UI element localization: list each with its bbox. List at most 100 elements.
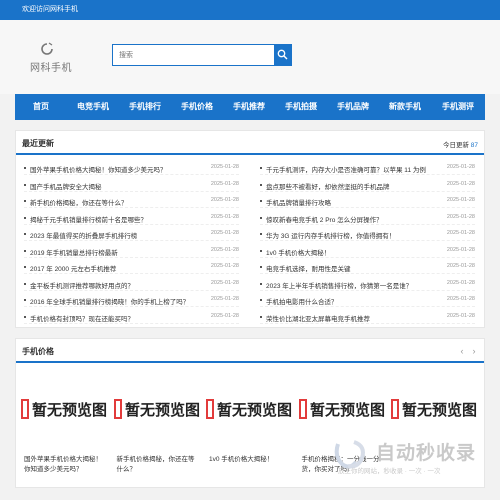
news-date: 2025-01-28 <box>446 230 475 236</box>
nav-item-ranking[interactable]: 手机排行 <box>119 94 171 120</box>
news-title[interactable]: 国外苹果手机价格大揭秘！你知道多少美元吗？ <box>30 164 220 174</box>
site-logo[interactable]: 网科手机 <box>30 42 72 82</box>
row-divider <box>24 273 239 274</box>
search-input[interactable] <box>113 45 273 65</box>
news-item[interactable]: 2023 年最值得买的折叠屏手机排行榜 2025-01-28 <box>24 227 239 241</box>
top-bar: 欢迎访问网科手机 <box>0 0 500 20</box>
bullet-dot <box>24 167 26 169</box>
news-item[interactable]: 国产手机品牌安全大揭秘 2025-01-28 <box>24 178 239 192</box>
bullet-dot <box>24 249 26 252</box>
card-thumbnail[interactable]: 暂无预览图 <box>112 369 201 449</box>
row-divider <box>260 223 475 225</box>
news-item[interactable]: 惊叹新春电竞手机 2 Pro 怎么分屏操作？ 2025-01-28 <box>260 211 475 225</box>
card-thumbnail[interactable]: 暂无预览图 <box>20 369 108 449</box>
news-item[interactable]: 新手机价格揭秘，你还在等什么？ 2025-01-28 <box>24 194 239 208</box>
news-date: 2025-01-28 <box>446 213 475 220</box>
carousel-prev-icon[interactable]: ‹ <box>458 346 466 356</box>
nav-item-reviews[interactable]: 手机测评 <box>431 94 485 120</box>
news-item[interactable]: 荣性价比湖北亚太屏幕电竞手机推荐 2025-01-28 <box>260 310 475 324</box>
no-preview-text: 暂无预览图 <box>402 401 477 419</box>
card-thumbnail[interactable]: 暂无预览图 <box>390 369 478 449</box>
news-date: 2025-01-28 <box>210 312 239 319</box>
row-divider <box>260 306 475 307</box>
news-title[interactable]: 新手机价格揭秘，你还在等什么？ <box>30 197 220 207</box>
news-title[interactable]: 手机价格有封顶吗？现在还能买吗？ <box>30 313 220 323</box>
news-title[interactable]: 手机拍电影用什么合适？ <box>266 296 456 306</box>
news-date: 2025-01-28 <box>446 312 475 319</box>
nav-item-prices[interactable]: 手机价格 <box>171 94 223 120</box>
news-title[interactable]: 国产手机品牌安全大揭秘 <box>30 181 220 191</box>
news-date: 2025-01-28 <box>210 279 239 286</box>
no-preview-image-icon: 暂无预览图 <box>391 399 477 419</box>
news-title[interactable]: 惊叹新春电竞手机 2 Pro 怎么分屏操作？ <box>266 214 456 224</box>
nav-item-photography[interactable]: 手机拍摄 <box>275 94 327 120</box>
news-title[interactable]: 2023 年上半年手机销售排行榜，你猜第一名是谁？ <box>266 280 456 290</box>
news-title[interactable]: 千元手机测评，内存大小是否准确可靠？以苹果 11 为例 <box>266 164 456 174</box>
news-title[interactable]: 2019 年手机销量总排行榜最新 <box>30 247 220 257</box>
news-date: 2025-01-28 <box>446 279 475 286</box>
welcome-text: 欢迎访问网科手机 <box>22 6 78 13</box>
row-divider <box>260 289 475 291</box>
logo-text: 网科手机 <box>30 63 72 74</box>
no-preview-image-icon: 暂无预览图 <box>298 399 385 419</box>
phone-prices-title: 手机价格 <box>22 347 54 356</box>
row-divider <box>260 240 475 241</box>
news-item[interactable]: 2023 年上半年手机销售排行榜，你猜第一名是谁？ 2025-01-28 <box>260 277 475 291</box>
nav-item-new-phones[interactable]: 新款手机 <box>379 94 431 120</box>
news-item[interactable]: 手机价格有封顶吗？现在还能买吗？ 2025-01-28 <box>24 310 239 324</box>
main-nav: 首页 电竞手机 手机排行 手机价格 手机推荐 手机拍摄 手机品牌 新款手机 手机… <box>15 94 485 120</box>
news-item[interactable]: 手机拍电影用什么合适？ 2025-01-28 <box>260 293 475 307</box>
card-thumbnail[interactable]: 暂无预览图 <box>205 369 293 449</box>
news-item[interactable]: 国外苹果手机价格大揭秘！你知道多少美元吗？ 2025-01-28 <box>24 161 239 175</box>
card-caption[interactable]: 新手机价格揭秘，你还在等什么？ <box>117 455 201 475</box>
news-item[interactable]: 2019 年手机销量总排行榜最新 2025-01-28 <box>24 244 239 258</box>
news-title[interactable]: 盘点那些不被看好，却依然坚挺的手机品牌 <box>266 181 456 191</box>
news-date: 2025-01-28 <box>446 197 475 203</box>
watermark-overlay: 自动秒收录 放上你的网站，秒收录 · 一次 · 一次 <box>330 438 480 478</box>
news-title[interactable]: 电竞手机选择，耐用性是关键 <box>266 263 456 273</box>
news-date: 2025-01-28 <box>210 197 239 203</box>
news-title[interactable]: 华为 3G 运行内存手机排行榜，你值得拥有！ <box>266 230 456 240</box>
bullet-dot <box>24 282 26 285</box>
phone-prices-header: 手机价格 ‹ › <box>16 339 484 363</box>
no-preview-image-icon: 暂无预览图 <box>21 399 107 419</box>
carousel-next-icon[interactable]: › <box>470 346 478 356</box>
row-divider <box>24 223 239 225</box>
news-item[interactable]: 2016 年全球手机销量排行榜揭晓！你的手机上榜了吗？ 2025-01-28 <box>24 293 239 307</box>
news-title[interactable]: 2016 年全球手机销量排行榜揭晓！你的手机上榜了吗？ <box>30 296 220 306</box>
news-date: 2025-01-28 <box>210 164 239 170</box>
bullet-dot <box>24 183 26 186</box>
bullet-dot <box>260 200 262 202</box>
search-button[interactable] <box>274 45 291 65</box>
news-item[interactable]: 盘点那些不被看好，却依然坚挺的手机品牌 2025-01-28 <box>260 178 475 192</box>
news-title[interactable]: 2023 年最值得买的折叠屏手机排行榜 <box>30 230 220 240</box>
news-title[interactable]: 金平板手机测评推荐哪款好用点的？ <box>30 280 220 290</box>
card-thumbnail[interactable]: 暂无预览图 <box>297 369 386 449</box>
news-item[interactable]: 华为 3G 运行内存手机排行榜，你值得拥有！ 2025-01-28 <box>260 227 475 241</box>
nav-item-home[interactable]: 首页 <box>15 94 67 120</box>
nav-item-brands[interactable]: 手机品牌 <box>327 94 379 120</box>
news-title[interactable]: 手机品牌销量排行攻略 <box>266 197 456 207</box>
nav-item-recommend[interactable]: 手机推荐 <box>223 94 275 120</box>
news-item[interactable]: 揭秘千元手机销量排行榜前十名是哪些？ 2025-01-28 <box>24 211 239 225</box>
news-title[interactable]: 荣性价比湖北亚太屏幕电竞手机推荐 <box>266 313 456 323</box>
card-caption[interactable]: 国外苹果手机价格大揭秘！你知道多少美元吗？ <box>24 455 108 475</box>
news-title[interactable]: 1v0 手机价格大揭秘！ <box>266 247 456 257</box>
latest-updates-panel: 最近更新 今日更新 87 国外苹果手机价格大揭秘！你知道多少美元吗？ 2025-0… <box>15 130 485 328</box>
bullet-dot <box>260 266 262 268</box>
news-item[interactable]: 手机品牌销量排行攻略 2025-01-28 <box>260 194 475 208</box>
news-item[interactable]: 1v0 手机价格大揭秘！ 2025-01-28 <box>260 244 475 258</box>
news-item[interactable]: 千元手机测评，内存大小是否准确可靠？以苹果 11 为例 2025-01-28 <box>260 161 475 175</box>
logo-swirl-icon <box>41 42 53 55</box>
card-caption[interactable]: 1v0 手机价格大揭秘！ <box>209 455 293 465</box>
news-item[interactable]: 电竞手机选择，耐用性是关键 2025-01-28 <box>260 260 475 274</box>
bullet-dot <box>24 200 26 202</box>
no-preview-text: 暂无预览图 <box>217 401 292 419</box>
news-title[interactable]: 2017 年 2000 元左右手机推荐 <box>30 263 220 273</box>
news-item[interactable]: 2017 年 2000 元左右手机推荐 2025-01-28 <box>24 260 239 274</box>
news-date: 2025-01-28 <box>446 164 475 170</box>
nav-item-gaming-phones[interactable]: 电竞手机 <box>67 94 119 120</box>
news-item[interactable]: 金平板手机测评推荐哪款好用点的？ 2025-01-28 <box>24 277 239 291</box>
bullet-dot <box>24 266 26 268</box>
news-title[interactable]: 揭秘千元手机销量排行榜前十名是哪些？ <box>30 214 220 224</box>
